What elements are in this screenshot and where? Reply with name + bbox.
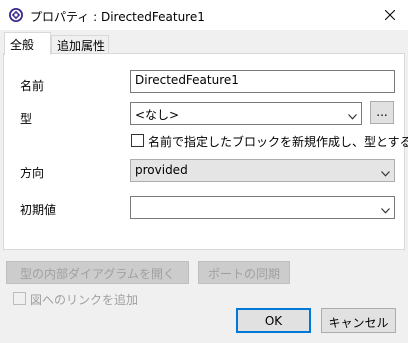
window-title: プロパティ : DirectedFeature1	[30, 10, 205, 24]
add-link-label: 図へのリンクを追加	[30, 293, 139, 307]
direction-value: provided	[135, 163, 188, 177]
type-select[interactable]: <なし>	[130, 102, 362, 125]
tab-label: 追加属性	[57, 39, 106, 53]
type-value: <なし>	[135, 108, 180, 122]
direction-select[interactable]: provided	[130, 159, 395, 182]
chevron-down-icon	[381, 166, 390, 180]
initial-value-label: 初期値	[20, 203, 57, 217]
chevron-down-icon	[381, 203, 390, 217]
sync-ports-button[interactable]: ポートの同期	[198, 261, 290, 284]
tab-general[interactable]: 全般	[4, 32, 51, 55]
open-internal-diagram-button[interactable]: 型の内部ダイアグラムを開く	[6, 261, 189, 284]
add-link-checkbox[interactable]	[13, 292, 26, 305]
title-bar: プロパティ : DirectedFeature1	[0, 0, 408, 30]
close-icon	[385, 10, 395, 20]
type-label: 型	[20, 112, 33, 126]
close-button[interactable]	[372, 0, 408, 30]
ellipsis-label: ...	[376, 105, 388, 119]
button-label: 型の内部ダイアグラムを開く	[19, 267, 176, 281]
name-value: DirectedFeature1	[135, 73, 239, 87]
tab-additional-attributes[interactable]: 追加属性	[51, 35, 109, 54]
initial-value-select[interactable]	[130, 196, 395, 219]
cancel-button[interactable]: キャンセル	[321, 308, 396, 333]
type-browse-button[interactable]: ...	[370, 101, 394, 124]
chevron-down-icon	[348, 109, 357, 123]
name-label: 名前	[20, 79, 45, 93]
direction-label: 方向	[20, 166, 45, 180]
ok-button[interactable]: OK	[236, 308, 311, 333]
tab-label: 全般	[10, 38, 35, 52]
name-field[interactable]: DirectedFeature1	[130, 70, 395, 93]
create-block-checkbox[interactable]	[131, 134, 144, 147]
button-label: ポートの同期	[207, 267, 280, 281]
feature-icon	[8, 7, 24, 23]
create-block-label: 名前で指定したブロックを新規作成し、型とする	[148, 135, 408, 149]
button-label: キャンセル	[328, 316, 389, 330]
tab-strip: 全般 追加属性	[0, 32, 408, 55]
button-label: OK	[264, 314, 283, 328]
